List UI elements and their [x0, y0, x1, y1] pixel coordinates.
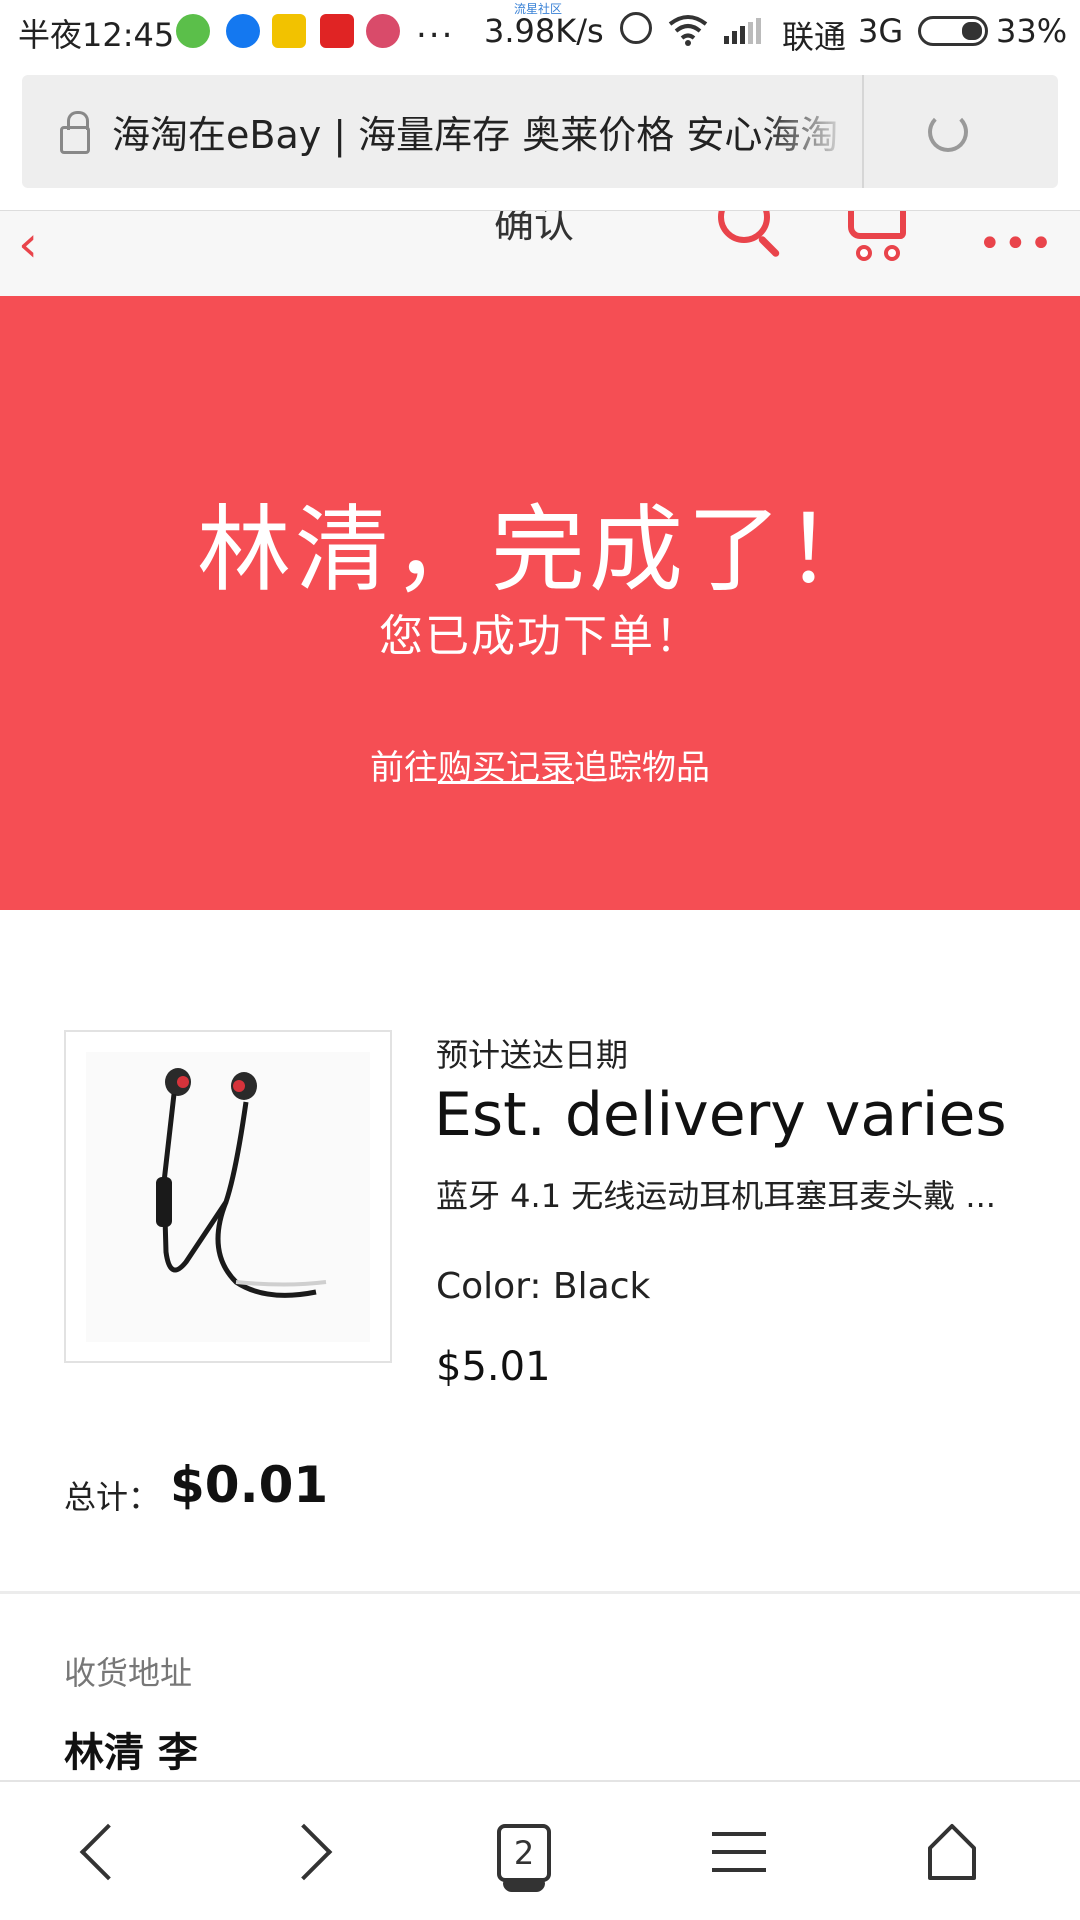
purchase-history-link[interactable]: 购买记录	[438, 748, 574, 788]
game-notification-icon	[366, 14, 400, 48]
page-title[interactable]: 海淘在eBay | 海量库存 奥莱价格 安心海淘	[112, 104, 852, 159]
chevron-right-icon	[275, 1823, 333, 1881]
signal-icon	[724, 18, 761, 44]
reload-icon[interactable]	[928, 111, 968, 152]
forward-button[interactable]	[250, 1782, 370, 1920]
menu-icon	[712, 1832, 766, 1886]
home-button[interactable]	[890, 1782, 1010, 1920]
zhihu-icon	[226, 14, 260, 48]
battery-icon	[918, 16, 988, 46]
track-items-text: 前往购买记录追踪物品	[0, 740, 1080, 789]
tab-count: 2	[497, 1824, 551, 1882]
shipping-name: 林清 李	[64, 1730, 198, 1776]
cart-wheel	[884, 245, 900, 261]
network-type: 3G	[858, 12, 904, 50]
address-bar[interactable]: 海淘在eBay | 海量库存 奥莱价格 安心海淘	[22, 75, 1058, 188]
item-image	[86, 1052, 370, 1342]
search-icon-handle	[757, 234, 781, 259]
wifi-icon	[668, 15, 708, 46]
item-thumbnail[interactable]	[64, 1030, 392, 1363]
home-icon	[928, 1824, 976, 1880]
address-bar-divider	[862, 75, 864, 188]
tabs-button[interactable]: 2	[465, 1782, 585, 1920]
app-notification-icon	[272, 14, 306, 48]
wechat-icon	[176, 14, 210, 48]
alarm-icon	[620, 12, 652, 44]
delivery-value: Est. delivery varies	[434, 1080, 1007, 1150]
back-button[interactable]	[40, 1782, 160, 1920]
status-bar: 半夜12:45 ... 流星社区 3.98K/s 联通 3G 33%	[0, 0, 1080, 62]
total-label: 总计：	[64, 1478, 161, 1516]
header-title: 确认	[494, 210, 574, 247]
more-notifications-icon: ...	[416, 6, 455, 46]
chevron-left-icon[interactable]: ‹	[18, 215, 38, 273]
chevron-left-icon	[79, 1823, 137, 1881]
lock-icon	[60, 110, 90, 154]
netease-music-icon	[320, 14, 354, 48]
delivery-label: 预计送达日期	[436, 1036, 629, 1074]
carrier-name: 联通	[782, 18, 847, 56]
page-header: ‹ 确认 •••	[0, 210, 1080, 296]
cart-icon[interactable]	[848, 211, 906, 239]
menu-button[interactable]	[678, 1782, 798, 1920]
battery-percent: 33%	[996, 12, 1068, 50]
earphones-image	[156, 1068, 327, 1298]
shipping-address-label: 收货地址	[64, 1654, 193, 1692]
confirmation-title: 林清，完成了！	[196, 496, 883, 605]
browser-bottom-nav: 2	[0, 1780, 1080, 1920]
track-suffix: 追踪物品	[574, 748, 710, 788]
confirmation-subtitle: 您已成功下单！	[379, 611, 701, 662]
incognito-mask-icon	[503, 1878, 545, 1892]
item-color: Color: Black	[436, 1266, 651, 1307]
network-speed: 3.98K/s	[484, 12, 604, 50]
item-price: $5.01	[436, 1344, 551, 1390]
track-prefix: 前往	[370, 748, 438, 788]
total-value: $0.01	[170, 1456, 329, 1514]
item-title[interactable]: 蓝牙 4.1 无线运动耳机耳塞耳麦头戴 ...	[436, 1172, 1036, 1220]
section-divider	[0, 1591, 1080, 1594]
more-icon[interactable]: •••	[978, 221, 1055, 267]
cart-wheel	[856, 245, 872, 261]
status-time: 半夜12:45	[18, 16, 175, 54]
order-confirmation-banner: 林清，完成了！ 您已成功下单！ 前往购买记录追踪物品	[0, 296, 1080, 910]
